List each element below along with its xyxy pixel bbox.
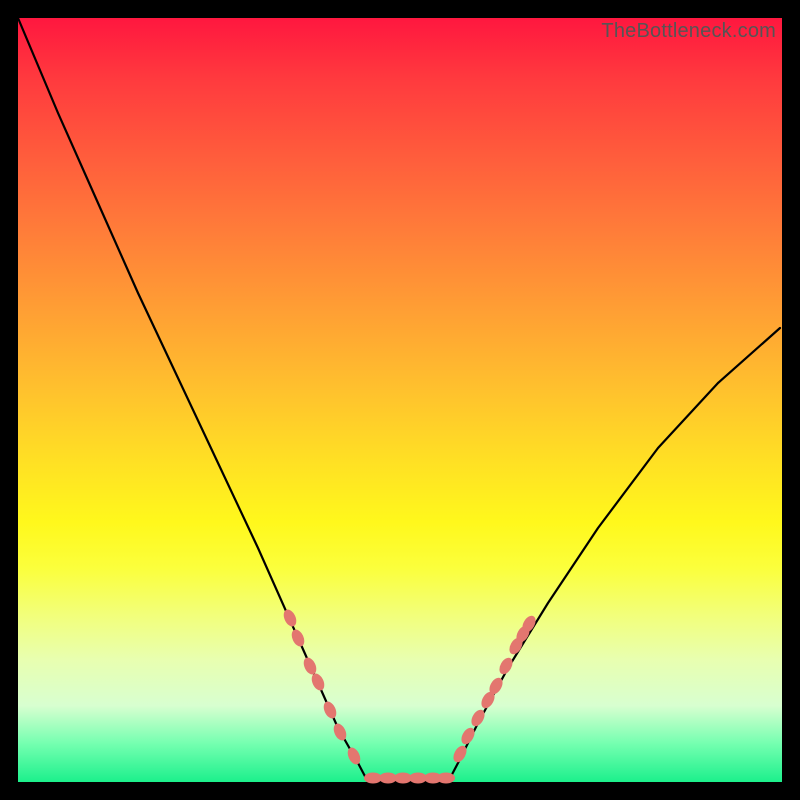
plot-area: TheBottleneck.com (18, 18, 782, 782)
data-marker (331, 722, 349, 743)
chart-svg (18, 18, 782, 782)
data-marker (281, 608, 299, 629)
data-marker (301, 656, 319, 677)
data-marker (437, 773, 455, 784)
curve-right-branch (448, 328, 780, 782)
chart-frame: TheBottleneck.com (18, 18, 782, 782)
data-marker (309, 672, 327, 693)
data-marker (289, 628, 307, 649)
markers-right-group (451, 613, 539, 764)
data-marker (321, 700, 339, 721)
data-marker (345, 746, 363, 767)
markers-left-group (281, 608, 363, 767)
